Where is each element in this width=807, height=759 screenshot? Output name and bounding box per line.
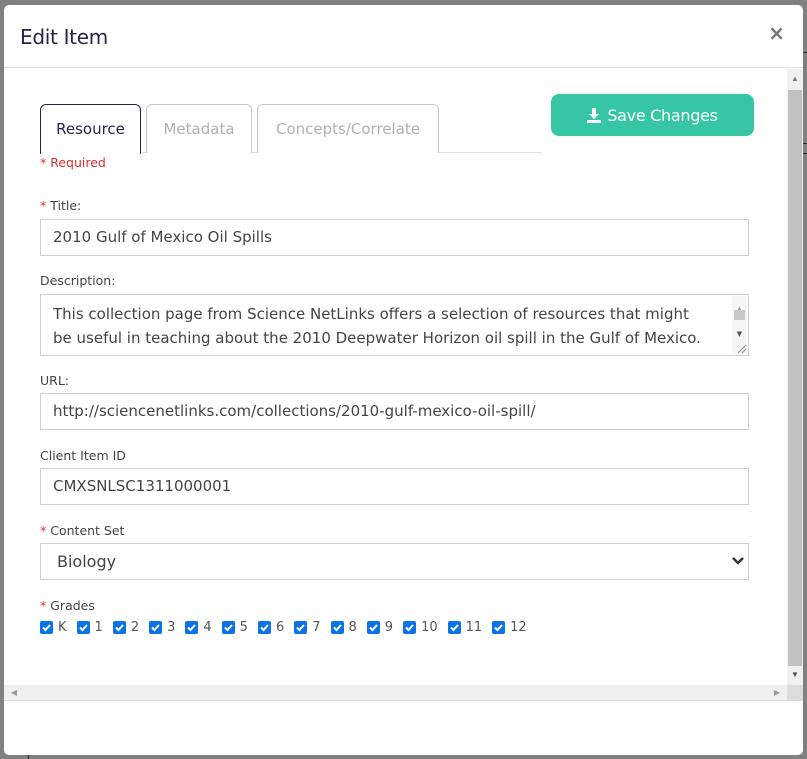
grade-label: 11 [465,620,483,635]
url-label: URL: [40,373,70,388]
grade-label: 8 [348,620,357,635]
grade-checkbox-item[interactable]: 5 [221,620,248,635]
grade-checkbox-item[interactable]: 11 [447,620,483,635]
modal-content: Resource Metadata Concepts/Correlate Sav… [4,69,787,685]
checkbox[interactable] [492,621,506,634]
grade-label: 1 [94,620,103,635]
scrollbar-corner [787,685,803,701]
grade-checkbox-item[interactable]: 4 [185,620,212,635]
scroll-left-icon[interactable]: ◀ [6,685,22,701]
checkmark-icon [405,624,414,632]
grade-label: 9 [384,620,394,635]
checkmark-icon [115,624,124,632]
checkbox[interactable] [149,621,163,634]
chevron-down-icon [732,557,744,565]
grade-checkbox-item[interactable]: 6 [257,620,285,635]
grades-checkbox-group: K 1 2 3 4 5 6 7 8 9 10 11 12 [40,620,537,635]
checkmark-icon [494,624,503,632]
scroll-thumb[interactable] [734,310,745,320]
description-textarea[interactable]: This collection page from Science NetLin… [40,294,749,356]
close-icon: × [768,21,785,45]
client-item-id-label: Client Item ID [40,448,126,463]
title-label: * Title: [40,198,82,213]
checkmark-icon [449,624,459,632]
checkmark-icon [332,624,342,632]
tab-metadata[interactable]: Metadata [146,104,252,153]
checkbox[interactable] [221,621,235,634]
checkbox[interactable] [447,621,461,634]
checkmark-icon [78,624,88,632]
grade-checkbox-item[interactable]: 8 [330,620,357,635]
tab-concepts-correlate[interactable]: Concepts/Correlate [257,104,439,153]
grade-label: 10 [421,620,438,635]
required-note: * Required [40,155,106,170]
title-input[interactable]: 2010 Gulf of Mexico Oil Spills [40,219,749,256]
url-input[interactable]: http://sciencenetlinks.com/collections/2… [40,393,749,430]
tab-resource[interactable]: Resource [40,104,141,154]
grade-label: K [58,620,67,635]
grade-checkbox-item[interactable]: 3 [149,620,175,635]
grade-checkbox-item[interactable]: 7 [294,620,321,635]
checkmark-icon [260,624,269,632]
checkbox[interactable] [403,621,417,634]
content-set-select[interactable]: Biology [40,543,749,580]
grade-checkbox-item[interactable]: 12 [492,620,527,635]
checkmark-icon [369,624,378,632]
checkbox[interactable] [112,621,126,634]
grade-checkbox-item[interactable]: 2 [112,620,140,635]
grade-label: 2 [130,620,140,635]
description-scrollbar[interactable]: ▲ ▼ [732,296,747,354]
description-text: This collection page from Science NetLin… [53,305,701,355]
checkbox[interactable] [257,621,271,634]
resize-grip-icon[interactable] [735,342,747,354]
save-changes-button[interactable]: Save Changes [551,94,754,136]
content-set-label: * Content Set [40,523,125,538]
checkmark-icon [187,624,197,632]
scroll-down-icon[interactable]: ▼ [787,667,803,683]
scroll-right-icon[interactable]: ▶ [769,685,785,701]
edit-item-modal: Edit Item × Resource Metadata Concepts/C… [4,5,803,755]
grade-checkbox-item[interactable]: 9 [366,620,394,635]
close-button[interactable]: × [768,21,785,45]
checkmark-icon [223,624,233,632]
required-asterisk: * [40,198,47,213]
checkbox[interactable] [185,621,199,634]
checkmark-icon [151,624,160,632]
checkbox[interactable] [76,621,90,634]
grade-checkbox-item[interactable]: K [40,620,67,635]
content-set-value: Biology [57,552,117,571]
grade-label: 5 [239,620,248,635]
modal-title: Edit Item [20,25,108,49]
modal-header: Edit Item × [4,5,803,68]
scroll-up-icon[interactable]: ▲ [787,71,803,87]
save-changes-label: Save Changes [607,105,718,125]
grade-label: 3 [167,620,176,635]
grade-label: 12 [510,620,527,635]
checkbox[interactable] [40,621,53,634]
modal-body: Resource Metadata Concepts/Correlate Sav… [4,69,803,701]
checkbox[interactable] [330,621,344,634]
scroll-thumb[interactable] [788,90,802,666]
client-item-id-input[interactable]: CMXSNLSC1311000001 [40,468,749,505]
checkmark-icon [42,624,51,632]
checkbox[interactable] [294,621,308,634]
grade-label: 6 [275,620,285,635]
grade-checkbox-item[interactable]: 10 [403,620,438,635]
download-icon [587,107,602,123]
required-asterisk: * [40,598,47,613]
tab-bar: Resource Metadata Concepts/Correlate [40,104,542,154]
description-label: Description: [40,273,116,288]
required-asterisk: * [40,523,47,538]
grade-label: 7 [312,620,321,635]
horizontal-scrollbar[interactable]: ◀ ▶ [4,685,787,701]
grades-label: * Grades [40,598,95,613]
vertical-scrollbar[interactable]: ▲ ▼ [787,69,803,685]
grade-checkbox-item[interactable]: 1 [76,620,103,635]
grade-label: 4 [203,620,212,635]
checkmark-icon [296,624,305,632]
checkbox[interactable] [366,621,380,634]
